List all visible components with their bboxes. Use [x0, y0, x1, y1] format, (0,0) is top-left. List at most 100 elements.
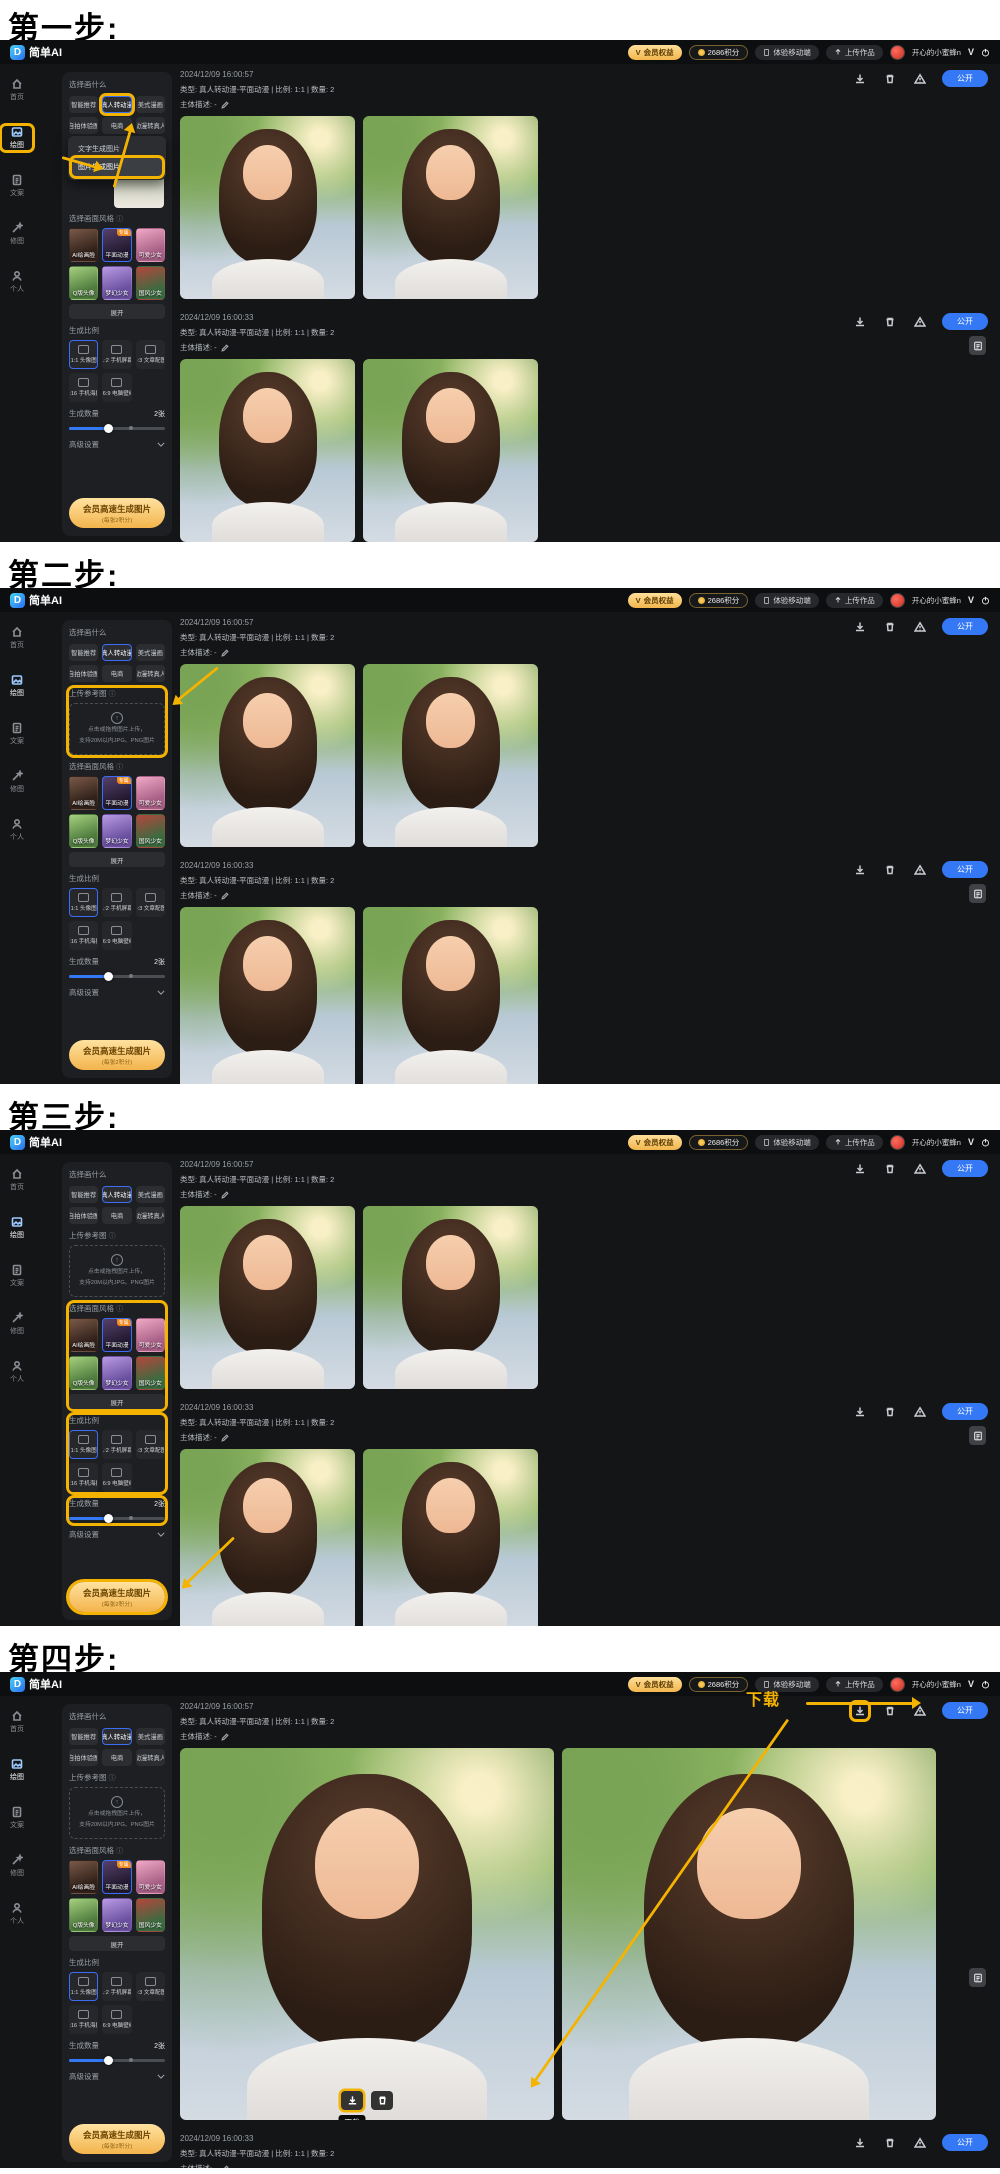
publish-button[interactable]: 公开 [942, 2134, 988, 2151]
publish-button[interactable]: 公开 [942, 861, 988, 878]
sidebar-item-retouch[interactable]: 修图 [2, 770, 32, 794]
style-card-cute-girl[interactable]: 可爱少女 [136, 776, 165, 810]
tab-american-comic[interactable]: 美式漫画 [136, 96, 165, 113]
user-menu-chevron-icon[interactable]: V [968, 47, 974, 57]
upload-dropzone[interactable]: ↑ 点击或拖拽图片上传， 支持20M以内JPG、PNG图片 [69, 1245, 165, 1297]
tab-selfie-experience[interactable]: 自拍体验图 [69, 117, 98, 134]
publish-button[interactable]: 公开 [942, 70, 988, 87]
ratio-1-1[interactable]: 1:1 头像图 [69, 1430, 98, 1459]
tab-real-to-anime[interactable]: 真人转动漫 [102, 1728, 131, 1745]
slider-handle[interactable] [104, 972, 113, 981]
upload-work-button[interactable]: 上传作品 [826, 45, 883, 60]
publish-button[interactable]: 公开 [942, 1160, 988, 1177]
sidebar-item-profile[interactable]: 个人 [2, 1360, 32, 1384]
avatar[interactable] [890, 45, 905, 60]
generated-image-3[interactable] [180, 907, 355, 1084]
style-card-ai-face[interactable]: AI绘画脸 [69, 228, 98, 262]
count-slider[interactable] [69, 2055, 165, 2065]
points-button[interactable]: 2686积分 [689, 1677, 749, 1692]
tab-anime-to-real[interactable]: 动漫转真人 [136, 1207, 165, 1224]
sidebar-item-retouch[interactable]: 修图 [2, 222, 32, 246]
ratio-1-1[interactable]: 1:1 头像图 [69, 340, 98, 369]
report-button[interactable] [912, 2135, 928, 2151]
generated-image-1[interactable]: 下载 [180, 116, 355, 299]
tab-smart-recommend[interactable]: 智能推荐 [69, 1728, 98, 1745]
download-button[interactable] [852, 1404, 868, 1420]
avatar[interactable] [890, 593, 905, 608]
upload-dropzone[interactable]: ↑ 点击或拖拽图片上传， 支持20M以内JPG、PNG图片 [69, 703, 165, 755]
ratio-9-16[interactable]: 9:16 手机海报 [69, 1463, 98, 1492]
sidebar-item-retouch[interactable]: 修图 [2, 1312, 32, 1336]
tab-smart-recommend[interactable]: 智能推荐 [69, 1186, 98, 1203]
generated-image-1[interactable]: 下载 [180, 1206, 355, 1389]
edit-pencil-icon[interactable] [221, 2165, 229, 2169]
sidebar-item-retouch[interactable]: 修图 [2, 1854, 32, 1878]
delete-button[interactable] [882, 1161, 898, 1177]
generated-image-4[interactable] [363, 1449, 538, 1626]
sidebar-item-home[interactable]: 首页 [2, 626, 32, 650]
member-benefits-button[interactable]: V 会员权益 [628, 1677, 682, 1692]
style-card-chibi-avatar[interactable]: Q版头像 [69, 1898, 98, 1932]
slider-handle[interactable] [104, 1514, 113, 1523]
expand-button[interactable]: 展开 [69, 1394, 165, 1409]
style-card-ai-face[interactable]: AI绘画脸 [69, 1318, 98, 1352]
count-slider[interactable] [69, 423, 165, 433]
tab-american-comic[interactable]: 美式漫画 [136, 644, 165, 661]
generated-image-3[interactable] [180, 359, 355, 542]
power-icon[interactable] [981, 596, 990, 605]
ratio-16-9[interactable]: 16:9 电脑壁纸 [102, 921, 131, 950]
tab-selfie-experience[interactable]: 自拍体验图 [69, 1749, 98, 1766]
power-icon[interactable] [981, 48, 990, 57]
sidebar-item-draw[interactable]: 绘图 [2, 1758, 32, 1782]
style-card-flat-anime[interactable]: 专属平面动漫 [102, 228, 131, 262]
sidebar-item-draw[interactable]: 绘图 [2, 674, 32, 698]
sidebar-item-copywriting[interactable]: 文案 [2, 1806, 32, 1830]
tab-anime-to-real[interactable]: 动漫转真人 [136, 117, 165, 134]
style-card-chibi-avatar[interactable]: Q版头像 [69, 1356, 98, 1390]
feedback-button[interactable] [969, 336, 986, 355]
generated-image-4[interactable] [363, 907, 538, 1084]
feedback-button[interactable] [969, 1426, 986, 1445]
ratio-4-3[interactable]: 4:3 文章配图 [136, 1430, 165, 1459]
advanced-settings-row[interactable]: 高级设置 [69, 1529, 165, 1540]
style-card-flat-anime[interactable]: 专属平面动漫 [102, 776, 131, 810]
style-card-guofeng-girl[interactable]: 国风少女 [136, 266, 165, 300]
generated-image-4[interactable] [363, 359, 538, 542]
ratio-16-9[interactable]: 16:9 电脑壁纸 [102, 373, 131, 402]
style-card-dreamy-girl[interactable]: 梦幻少女 [102, 1356, 131, 1390]
download-button[interactable] [852, 71, 868, 87]
report-button[interactable] [912, 862, 928, 878]
sidebar-item-home[interactable]: 首页 [2, 1168, 32, 1192]
style-card-guofeng-girl[interactable]: 国风少女 [136, 814, 165, 848]
edit-pencil-icon[interactable] [221, 892, 229, 900]
ratio-1-2[interactable]: 1:2 手机屏幕 [102, 340, 131, 369]
dropdown-item-text-to-image[interactable]: 文字生成图片 [72, 140, 162, 158]
expand-button[interactable]: 展开 [69, 852, 165, 867]
ratio-16-9[interactable]: 16:9 电脑壁纸 [102, 2005, 131, 2034]
publish-button[interactable]: 公开 [942, 1702, 988, 1719]
download-button[interactable] [852, 2135, 868, 2151]
delete-button[interactable] [882, 862, 898, 878]
style-card-guofeng-girl[interactable]: 国风少女 [136, 1356, 165, 1390]
generated-image-2[interactable] [363, 116, 538, 299]
user-menu-chevron-icon[interactable]: V [968, 1679, 974, 1689]
report-button[interactable] [912, 314, 928, 330]
power-icon[interactable] [981, 1138, 990, 1147]
edit-pencil-icon[interactable] [221, 344, 229, 352]
sidebar-item-profile[interactable]: 个人 [2, 818, 32, 842]
ratio-9-16[interactable]: 9:16 手机海报 [69, 921, 98, 950]
tab-anime-to-real[interactable]: 动漫转真人 [136, 665, 165, 682]
power-icon[interactable] [981, 1680, 990, 1689]
edit-pencil-icon[interactable] [221, 1733, 229, 1741]
ratio-4-3[interactable]: 4:3 文章配图 [136, 1972, 165, 2001]
feedback-button[interactable] [969, 1968, 986, 1987]
upload-dropzone[interactable]: ↑ 点击或拖拽图片上传， 支持20M以内JPG、PNG图片 [69, 1787, 165, 1839]
delete-button[interactable] [882, 314, 898, 330]
publish-button[interactable]: 公开 [942, 618, 988, 635]
generated-image-2[interactable] [363, 664, 538, 847]
ratio-9-16[interactable]: 9:16 手机海报 [69, 373, 98, 402]
download-button[interactable] [852, 862, 868, 878]
points-button[interactable]: 2686积分 [689, 45, 749, 60]
generated-image-2[interactable] [363, 1206, 538, 1389]
try-mobile-button[interactable]: 体验移动端 [755, 45, 819, 60]
